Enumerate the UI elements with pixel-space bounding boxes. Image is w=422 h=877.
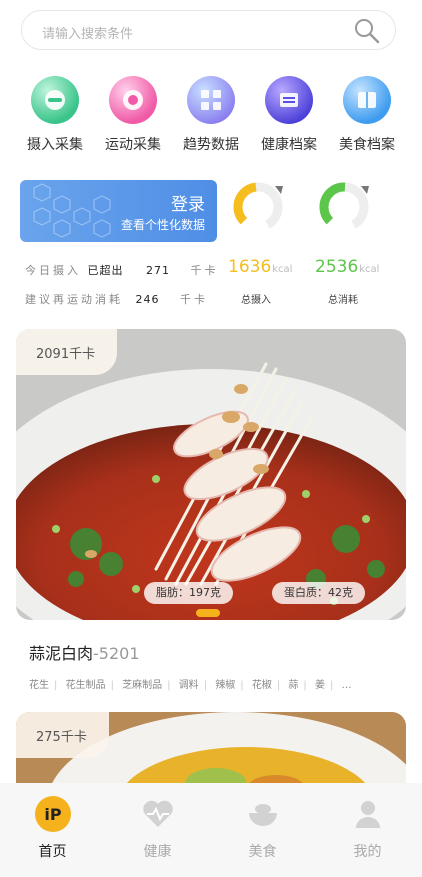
category-exercise[interactable]: 运动采集 <box>97 72 169 154</box>
exercise-icon <box>109 76 157 124</box>
category-label: 趋势数据 <box>183 137 239 153</box>
burn-label: 总消耗 <box>328 295 358 306</box>
burn-value: 2536kcal <box>315 257 380 277</box>
tab-food[interactable]: 美食 <box>210 783 315 861</box>
login-card[interactable]: 登录 查看个性化数据 <box>20 180 217 242</box>
carousel-indicator <box>196 609 220 617</box>
tab-health[interactable]: 健康 <box>105 783 210 861</box>
burn-gauge <box>319 182 369 232</box>
category-label: 健康档案 <box>261 137 317 153</box>
intake-value: 1636kcal <box>228 257 293 277</box>
health-record-icon <box>265 76 313 124</box>
tab-label: 首页 <box>38 844 67 860</box>
food-card[interactable]: 2091千卡 脂肪：197克 蛋白质：42克 <box>16 329 406 620</box>
home-icon: iP <box>34 795 72 833</box>
category-trend[interactable]: 趋势数据 <box>175 72 247 154</box>
food-id: -5201 <box>93 644 140 663</box>
tab-home[interactable]: iP 首页 <box>0 783 105 861</box>
calorie-tag: 2091千卡 <box>16 329 118 375</box>
svg-text:iP: iP <box>44 805 61 824</box>
ingredient-list: 花生 | 花生制品 | 芝麻制品 | 调料 | 辣椒 | 花椒 | 蒜 | 姜 | … <box>29 680 352 691</box>
today-intake-stat: 今日摄入 已超出 271 千卡 <box>25 264 219 277</box>
tab-label: 美食 <box>248 844 277 860</box>
category-health-record[interactable]: 健康档案 <box>253 72 325 154</box>
search-icon[interactable] <box>353 17 381 45</box>
food-bowl-icon <box>244 795 282 833</box>
trend-icon <box>187 76 235 124</box>
category-food-record[interactable]: 美食档案 <box>331 72 403 154</box>
suggest-exercise-stat: 建议再运动消耗 246 千卡 <box>25 293 208 306</box>
intake-icon <box>31 76 79 124</box>
category-label: 美食档案 <box>339 137 395 153</box>
bottom-tab-bar: iP 首页 健康 美食 我的 <box>0 783 422 877</box>
category-label: 摄入采集 <box>27 137 83 153</box>
category-label: 运动采集 <box>105 137 161 153</box>
calorie-tag: 275千卡 <box>16 712 109 758</box>
login-title: 登录 <box>171 195 205 215</box>
intake-label: 总摄入 <box>241 295 271 306</box>
category-intake[interactable]: 摄入采集 <box>19 72 91 154</box>
tab-label: 我的 <box>353 844 382 860</box>
food-record-icon <box>343 76 391 124</box>
search-bar[interactable]: 请输入搜索条件 <box>21 10 396 50</box>
intake-gauge <box>233 182 283 232</box>
tab-profile[interactable]: 我的 <box>315 783 420 861</box>
fat-badge: 脂肪：197克 <box>144 582 233 604</box>
tab-label: 健康 <box>143 844 172 860</box>
protein-badge: 蛋白质：42克 <box>272 582 365 604</box>
food-title: 蒜泥白肉-5201 <box>29 640 140 664</box>
login-subtitle: 查看个性化数据 <box>120 218 205 232</box>
profile-icon <box>349 795 387 833</box>
food-name: 蒜泥白肉 <box>29 644 94 663</box>
heart-icon <box>139 795 177 833</box>
search-placeholder: 请输入搜索条件 <box>42 27 134 42</box>
